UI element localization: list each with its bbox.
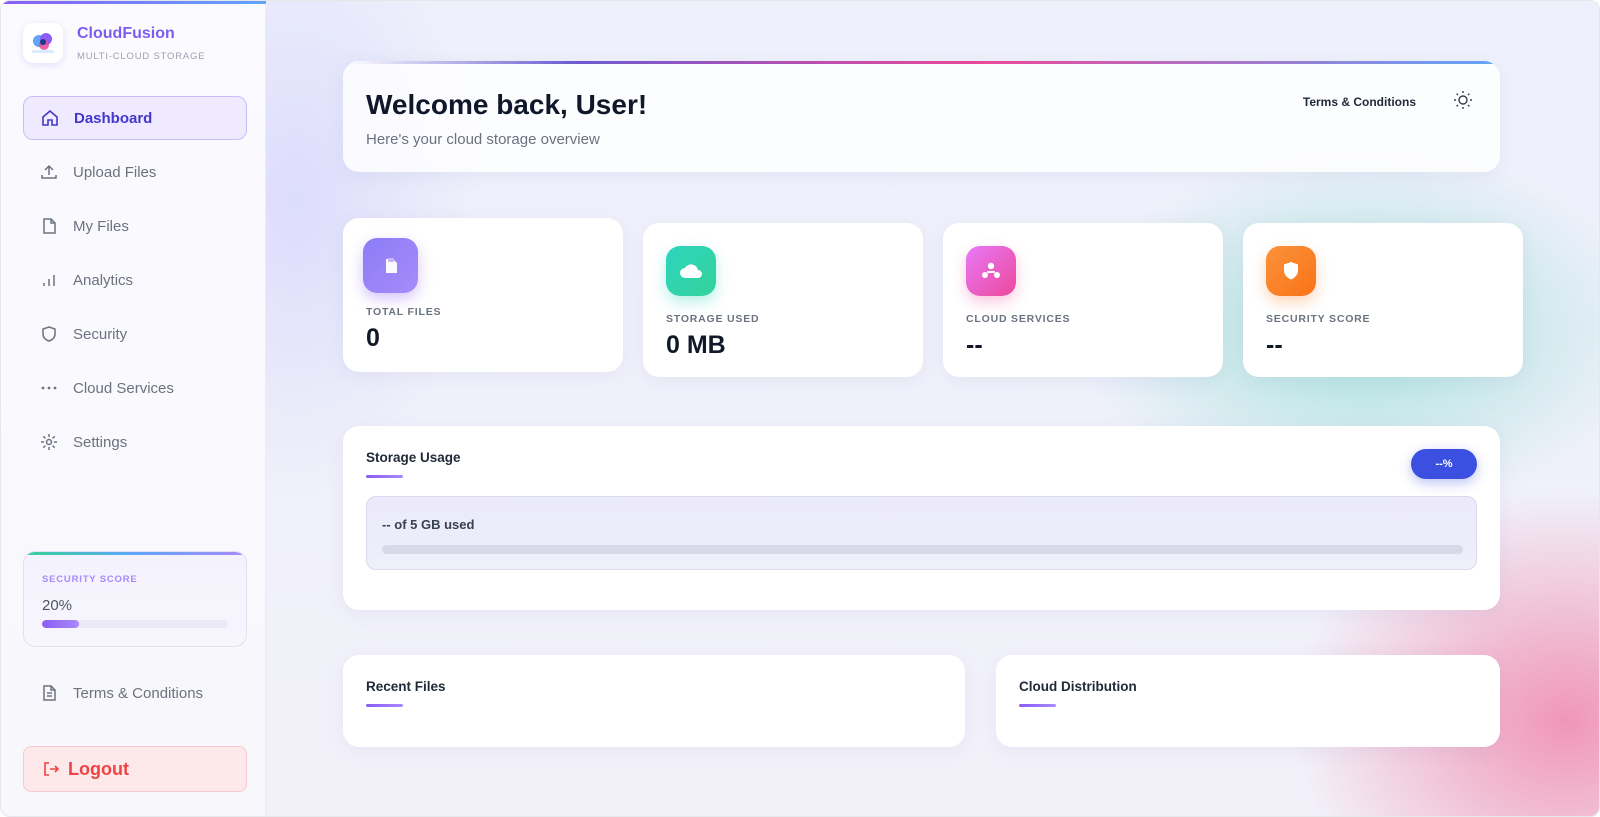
stat-card-cloud-services[interactable]: CLOUD SERVICES -- <box>943 223 1223 377</box>
stat-card-security-score[interactable]: SECURITY SCORE -- <box>1243 223 1523 377</box>
header-terms-link[interactable]: Terms & Conditions <box>1303 95 1416 109</box>
sidebar-item-upload-files[interactable]: Upload Files <box>23 150 247 194</box>
terms-label: Terms & Conditions <box>73 684 204 702</box>
security-score-card: SECURITY SCORE 20% <box>23 551 247 647</box>
theme-toggle-button[interactable] <box>1452 90 1474 115</box>
bar-chart-icon <box>39 270 59 290</box>
brand[interactable]: CloudFusion MULTI-CLOUD STORAGE <box>23 23 205 63</box>
brand-name: CloudFusion <box>77 24 175 42</box>
sidebar-item-label: Settings <box>73 433 128 451</box>
brand-tagline: MULTI-CLOUD STORAGE <box>77 50 206 62</box>
storage-used-text: -- of 5 GB used <box>382 517 475 532</box>
sidebar-accent-line <box>1 1 266 4</box>
stat-value: -- <box>1266 331 1283 359</box>
cloud-distribution-card: Cloud Distribution <box>996 655 1500 747</box>
stat-label: STORAGE USED <box>666 313 760 325</box>
app-window: CloudFusion MULTI-CLOUD STORAGE Dashboar… <box>0 0 1600 817</box>
stat-value: 0 MB <box>666 331 726 359</box>
security-score-bar <box>42 620 228 628</box>
sidebar-item-security[interactable]: Security <box>23 312 247 356</box>
sidebar: CloudFusion MULTI-CLOUD STORAGE Dashboar… <box>1 1 266 816</box>
sidebar-item-label: Dashboard <box>74 109 153 127</box>
security-score-bar-fill <box>42 620 80 628</box>
security-score-value: 20% <box>42 597 73 614</box>
storage-percent-badge[interactable]: --% <box>1411 449 1477 479</box>
logout-button[interactable]: Logout <box>23 746 247 792</box>
sidebar-nav: Dashboard Upload Files My Files Analytic… <box>23 96 247 474</box>
logout-icon <box>42 760 60 778</box>
storage-usage-bar <box>382 545 1463 554</box>
storage-usage-title: Storage Usage <box>366 450 461 465</box>
shield-icon <box>1266 246 1316 296</box>
stat-label: TOTAL FILES <box>366 306 442 318</box>
logout-label: Logout <box>68 758 129 779</box>
sun-icon <box>1453 90 1473 115</box>
sidebar-item-label: Analytics <box>73 271 134 289</box>
home-icon <box>40 108 60 128</box>
welcome-header: Welcome back, User! Here's your cloud st… <box>343 61 1500 172</box>
cloudfusion-logo-icon <box>23 23 63 63</box>
stat-label: SECURITY SCORE <box>1266 313 1371 325</box>
sidebar-item-label: Cloud Services <box>73 379 174 397</box>
sidebar-item-dashboard[interactable]: Dashboard <box>23 96 247 140</box>
sidebar-item-my-files[interactable]: My Files <box>23 204 247 248</box>
storage-usage-card: Storage Usage --% -- of 5 GB used <box>343 426 1500 610</box>
cloud-icon <box>666 246 716 296</box>
sidebar-item-label: My Files <box>73 217 129 235</box>
sidebar-item-label: Security <box>73 325 128 343</box>
sidebar-item-settings[interactable]: Settings <box>23 420 247 464</box>
title-underline <box>366 704 403 707</box>
sidebar-item-analytics[interactable]: Analytics <box>23 258 247 302</box>
page-subtitle: Here's your cloud storage overview <box>366 131 600 148</box>
cloud-distribution-title: Cloud Distribution <box>1019 679 1137 694</box>
sidebar-terms-link[interactable]: Terms & Conditions <box>23 671 247 715</box>
stat-card-storage-used[interactable]: STORAGE USED 0 MB <box>643 223 923 377</box>
security-score-title: SECURITY SCORE <box>42 574 138 585</box>
stat-value: 0 <box>366 324 380 352</box>
main-content: Welcome back, User! Here's your cloud st… <box>266 1 1599 816</box>
sidebar-item-cloud-services[interactable]: Cloud Services <box>23 366 247 410</box>
stat-card-total-files[interactable]: TOTAL FILES 0 <box>343 218 623 372</box>
document-icon <box>39 683 59 703</box>
page-title: Welcome back, User! <box>366 89 648 120</box>
title-underline <box>366 475 403 478</box>
recent-files-title: Recent Files <box>366 679 446 694</box>
shield-icon <box>39 324 59 344</box>
storage-usage-panel: -- of 5 GB used <box>366 496 1477 570</box>
stat-label: CLOUD SERVICES <box>966 313 1071 325</box>
upload-icon <box>39 162 59 182</box>
recent-files-card: Recent Files <box>343 655 965 747</box>
sidebar-item-label: Upload Files <box>73 163 157 181</box>
stat-value: -- <box>966 331 983 359</box>
file-icon <box>39 216 59 236</box>
title-underline <box>1019 704 1056 707</box>
gear-icon <box>39 432 59 452</box>
file-icon <box>363 238 418 293</box>
more-dots-icon <box>39 378 59 398</box>
network-icon <box>966 246 1016 296</box>
